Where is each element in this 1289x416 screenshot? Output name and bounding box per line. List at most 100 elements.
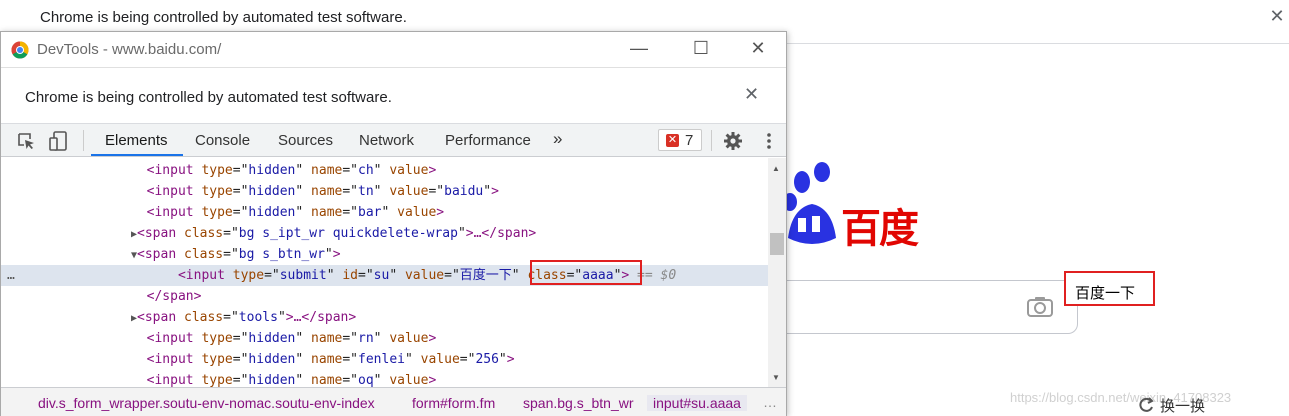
attribute-value: rn bbox=[358, 331, 374, 346]
tag-close: > bbox=[491, 184, 499, 199]
attribute-name: type bbox=[201, 205, 233, 220]
attribute-value: fenlei bbox=[358, 352, 405, 367]
breadcrumb-item-selected[interactable]: input#su.aaaa bbox=[647, 395, 747, 411]
attribute-value: bg s_ipt_wr quickdelete-wrap bbox=[238, 226, 458, 241]
attribute-name: value bbox=[389, 163, 429, 178]
punctuation: " bbox=[373, 373, 382, 387]
tab-console[interactable]: Console bbox=[195, 132, 250, 149]
dom-node[interactable]: <input type="hidden" name="bar" value> bbox=[1, 202, 768, 223]
dom-node[interactable]: <input type="hidden" name="ch" value> bbox=[1, 160, 768, 181]
dom-node[interactable]: <input type="hidden" name="fenlei" value… bbox=[1, 349, 768, 370]
scroll-up-arrow-icon[interactable]: ▲ bbox=[772, 164, 780, 173]
tag-name: <input bbox=[146, 331, 194, 346]
dom-node[interactable]: </span> bbox=[1, 286, 768, 307]
attribute-name: value bbox=[389, 331, 429, 346]
attribute-value: hidden bbox=[248, 163, 296, 178]
infobar-message: Chrome is being controlled by automated … bbox=[25, 89, 392, 106]
dom-node[interactable]: <input type="hidden" name="oq" value> bbox=[1, 370, 768, 387]
tab-network[interactable]: Network bbox=[359, 132, 414, 149]
dom-node[interactable]: <input type="hidden" name="tn" value="ba… bbox=[1, 181, 768, 202]
attribute-name: name bbox=[311, 331, 343, 346]
dom-node-selected[interactable]: … <input type="submit" id="su" value="百度… bbox=[1, 265, 768, 286]
attribute-name: value bbox=[420, 352, 460, 367]
punctuation: =" bbox=[444, 268, 460, 283]
highlight-box bbox=[530, 260, 642, 285]
maximize-button[interactable]: ☐ bbox=[681, 38, 721, 62]
swap-link[interactable]: 换一换 bbox=[1160, 395, 1205, 416]
dom-node[interactable]: ▶<span class="tools">…</span> bbox=[1, 307, 768, 328]
dom-tree-scrollbar[interactable]: ▲ ▼ bbox=[768, 158, 786, 387]
punctuation: =" bbox=[223, 226, 239, 241]
close-icon[interactable]: ✕ bbox=[1265, 6, 1289, 27]
baidu-logo-text: 百度 bbox=[841, 206, 919, 252]
tab-performance[interactable]: Performance bbox=[445, 132, 531, 149]
attribute-value: hidden bbox=[248, 352, 296, 367]
more-tabs-button[interactable]: » bbox=[553, 129, 562, 149]
tag-name: <input bbox=[146, 352, 194, 367]
gear-icon[interactable] bbox=[723, 131, 743, 151]
refresh-icon[interactable] bbox=[1137, 396, 1155, 414]
tab-elements[interactable]: Elements bbox=[105, 132, 168, 149]
breadcrumb-more-icon[interactable]: … bbox=[763, 394, 777, 410]
scrollbar-thumb[interactable] bbox=[770, 233, 784, 255]
search-button[interactable]: 百度一下 bbox=[1064, 271, 1155, 306]
punctuation: =" bbox=[342, 352, 359, 367]
breadcrumb-item[interactable]: form#form.fm bbox=[412, 395, 495, 411]
attribute-name: name bbox=[311, 184, 343, 199]
attribute-name: class bbox=[184, 310, 224, 325]
dom-tree[interactable]: <input type="hidden" name="ch" value> <i… bbox=[1, 158, 768, 387]
devtools-toolbar: Elements Console Sources Network Perform… bbox=[1, 124, 786, 157]
devtools-infobar: Chrome is being controlled by automated … bbox=[1, 68, 786, 124]
attribute-name: type bbox=[201, 373, 233, 387]
tag-close: > bbox=[428, 163, 437, 178]
attribute-name: name bbox=[311, 373, 343, 387]
punctuation: " bbox=[511, 268, 520, 283]
camera-icon[interactable] bbox=[1025, 295, 1055, 319]
breadcrumb: div.s_form_wrapper.soutu-env-nomac.soutu… bbox=[1, 387, 786, 416]
close-window-button[interactable]: ✕ bbox=[738, 38, 778, 62]
attribute-value: hidden bbox=[248, 184, 296, 199]
minimize-button[interactable]: — bbox=[619, 38, 659, 62]
inspect-element-icon[interactable] bbox=[16, 131, 36, 151]
window-title: DevTools - www.baidu.com/ bbox=[37, 41, 222, 58]
dom-node[interactable]: <input type="hidden" name="rn" value> bbox=[1, 328, 768, 349]
breadcrumb-item[interactable]: span.bg.s_btn_wr bbox=[523, 395, 634, 411]
punctuation: " bbox=[404, 352, 413, 367]
tab-sources[interactable]: Sources bbox=[278, 132, 333, 149]
dom-node[interactable]: ▶<span class="bg s_ipt_wr quickdelete-wr… bbox=[1, 223, 768, 244]
dom-node[interactable]: ▼<span class="bg s_btn_wr"> bbox=[1, 244, 768, 265]
attribute-value: 256 bbox=[475, 352, 499, 367]
close-icon[interactable]: ✕ bbox=[744, 84, 759, 105]
tag-close: > bbox=[428, 373, 437, 387]
punctuation: " bbox=[277, 310, 286, 325]
scroll-down-arrow-icon[interactable]: ▼ bbox=[772, 373, 780, 382]
punctuation: " bbox=[373, 184, 382, 199]
attribute-name: name bbox=[311, 352, 343, 367]
punctuation: =" bbox=[342, 205, 359, 220]
tag-close: > bbox=[428, 331, 437, 346]
tag-name: <span bbox=[137, 247, 177, 262]
punctuation: =" bbox=[342, 331, 359, 346]
punctuation: =" bbox=[232, 184, 249, 199]
more-options-icon[interactable] bbox=[759, 131, 779, 151]
attribute-name: type bbox=[201, 352, 233, 367]
punctuation: =" bbox=[223, 247, 239, 262]
error-icon: ✕ bbox=[666, 134, 679, 147]
node-actions-icon[interactable]: … bbox=[7, 265, 15, 286]
punctuation: =" bbox=[342, 373, 359, 387]
error-count-badge[interactable]: ✕ 7 bbox=[658, 129, 702, 151]
device-toolbar-icon[interactable] bbox=[48, 131, 68, 151]
breadcrumb-item[interactable]: div.s_form_wrapper.soutu-env-nomac.soutu… bbox=[38, 395, 375, 411]
